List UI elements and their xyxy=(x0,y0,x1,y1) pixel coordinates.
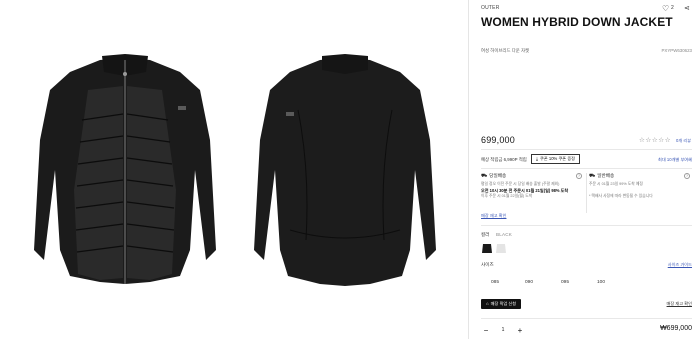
coupon-button-label: 쿠폰 10% 쿠폰 증정 xyxy=(540,156,576,161)
shipping-title: ⛟ 당일배송 xyxy=(481,173,506,180)
help-icon[interactable]: ? xyxy=(576,173,582,179)
shipping-line: 주문 시 01월 23일 99% 도착 예정 xyxy=(589,182,643,186)
total-price: ₩699,000 xyxy=(660,325,692,332)
size-label: 사이즈 xyxy=(481,262,494,267)
color-label: 컬러 xyxy=(481,232,490,237)
panel-divider xyxy=(468,0,469,339)
size-guide-link[interactable]: 사이즈 가이드 xyxy=(668,262,692,268)
product-korean-name: 여성 하이브리드 다운 자켓 xyxy=(481,48,530,53)
plus-button[interactable]: + xyxy=(515,326,525,336)
quantity-stepper: − 1 + xyxy=(481,326,541,336)
size-options: 085 090 095 100 xyxy=(481,276,692,290)
benefit-link[interactable]: 최대 10개별 부여혜 xyxy=(658,157,692,163)
product-image-back[interactable] xyxy=(250,50,440,290)
shipping-line: 평일 정오 이전 주문 시 당일 배송 출발 (주말 제외) xyxy=(481,182,560,186)
divider xyxy=(481,318,692,319)
shipping-divider xyxy=(586,173,587,213)
color-value: BLACK xyxy=(496,232,513,237)
minus-button[interactable]: − xyxy=(481,326,491,336)
quantity-value[interactable]: 1 xyxy=(498,327,508,333)
product-image-front[interactable] xyxy=(30,50,220,290)
truck-icon: ⛟ xyxy=(481,173,488,179)
shipping-title: ⛟ 일반배송 xyxy=(589,173,614,180)
store-pickup-button[interactable]: ⌂ 매장 픽업 신청 xyxy=(481,299,522,309)
wish-count: 2 xyxy=(671,5,674,11)
store-icon: ⌂ xyxy=(486,301,489,306)
shipping-same-day: ⛟ 당일배송 ? 평일 정오 이전 주문 시 당일 배송 출발 (주말 제외) 오… xyxy=(481,173,585,217)
size-option[interactable]: 090 xyxy=(515,276,543,290)
points-text: 예상 적립금 6,990P 적립 xyxy=(481,157,527,162)
product-category[interactable]: OUTER xyxy=(481,5,500,11)
product-subline: 여성 하이브리드 다운 자켓 PXYPW630623 xyxy=(481,48,692,56)
truck-icon: ⛟ xyxy=(589,173,596,179)
help-icon[interactable]: ? xyxy=(684,173,690,179)
store-pickup-label: 매장 픽업 신청 xyxy=(490,301,517,306)
shipping-title-text: 당일배송 xyxy=(489,173,507,178)
rating-stars: ☆☆☆☆☆ xyxy=(639,137,672,144)
divider xyxy=(481,225,692,226)
color-swatch-alt[interactable] xyxy=(495,242,507,254)
stock-check-link[interactable]: 매장 재고 확인 xyxy=(667,301,692,307)
size-option[interactable]: 100 xyxy=(587,276,615,290)
heart-icon[interactable]: ♡ xyxy=(662,4,669,13)
share-icon[interactable]: ⋖ xyxy=(684,4,690,13)
shipping-standard: ⛟ 일반배송 ? 주문 시 01월 23일 99% 도착 예정 * 택배사 사정에… xyxy=(589,173,693,217)
coupon-button[interactable]: ⤓ 쿠폰 10% 쿠폰 증정 xyxy=(531,154,581,164)
product-gallery xyxy=(0,0,468,339)
product-price: 699,000 xyxy=(481,135,515,145)
divider xyxy=(481,149,692,150)
product-title: WOMEN HYBRID DOWN JACKET xyxy=(481,15,673,29)
store-stock-link[interactable]: 매장 재고 확인 xyxy=(481,213,506,219)
divider xyxy=(481,168,692,169)
info-topbar: OUTER ♡ 2 ⋖ xyxy=(479,4,694,14)
download-icon: ⤓ xyxy=(536,156,539,161)
shipping-line: 이후 주문 시 01월 22일(월) 도착 xyxy=(481,194,533,198)
review-link[interactable]: 0개 리뷰 xyxy=(676,138,691,144)
product-code: PXYPW630623 xyxy=(661,48,692,53)
size-option[interactable]: 085 xyxy=(481,276,509,290)
shipping-line: * 택배사 사정에 따라 변동될 수 있습니다 xyxy=(589,194,653,198)
product-info-panel: OUTER ♡ 2 ⋖ WOMEN HYBRID DOWN JACKET 여성 … xyxy=(479,0,694,339)
color-swatch-black[interactable] xyxy=(481,242,493,254)
shipping-title-text: 일반배송 xyxy=(597,173,615,178)
size-option[interactable]: 095 xyxy=(551,276,579,290)
